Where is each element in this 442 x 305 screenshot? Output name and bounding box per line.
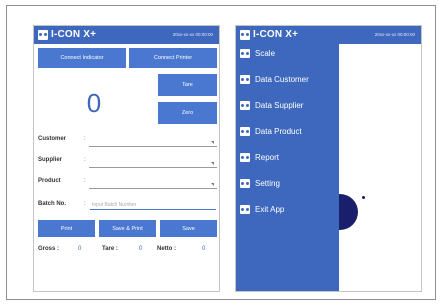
- supplier-colon: :: [84, 157, 86, 163]
- product-label: Product: [38, 178, 61, 184]
- menu-item-label: Scale: [255, 49, 276, 58]
- gross-label: Gross :: [38, 246, 60, 252]
- navigation-drawer: Scale Data Customer Data Supplier Data P…: [236, 44, 339, 291]
- zero-button[interactable]: Zero: [158, 102, 217, 124]
- menu-screen: I-CON X+ 20xx-xx-xx 00:00:00 Scale Data …: [235, 25, 422, 292]
- netto-label: Netto :: [157, 246, 176, 252]
- menu-item-setting[interactable]: Setting: [236, 176, 339, 192]
- connect-printer-button[interactable]: Connect Printer: [129, 48, 217, 68]
- batch-label: Batch No.: [38, 201, 67, 207]
- save-print-button[interactable]: Save & Print: [99, 220, 156, 237]
- supplier-label: Supplier: [38, 157, 63, 163]
- app-title: I-CON X+: [51, 29, 97, 40]
- print-button[interactable]: Print: [38, 220, 95, 237]
- app-logo-icon: [240, 179, 250, 188]
- menu-item-scale[interactable]: Scale: [236, 46, 339, 62]
- customer-label: Customer: [38, 136, 67, 142]
- app-bar: I-CON X+ 20xx-xx-xx 00:00:00: [34, 26, 219, 44]
- menu-item-label: Exit App: [255, 205, 285, 214]
- datetime-label: 20xx-xx-xx 00:00:00: [374, 32, 415, 37]
- menu-item-data-supplier[interactable]: Data Supplier: [236, 98, 339, 114]
- menu-item-exit-app[interactable]: Exit App: [236, 202, 339, 218]
- app-bar: I-CON X+ 20xx-xx-xx 00:00:00: [236, 26, 421, 44]
- app-logo-icon: [240, 153, 250, 162]
- app-logo-icon[interactable]: [240, 30, 250, 40]
- chevron-down-icon[interactable]: [211, 141, 214, 144]
- app-logo-icon: [240, 49, 250, 58]
- menu-item-label: Data Supplier: [255, 101, 304, 110]
- datetime-label: 20xx-xx-xx 00:00:00: [172, 32, 213, 37]
- app-logo-icon: [240, 101, 250, 110]
- gross-value: 0: [78, 246, 82, 252]
- chevron-down-icon[interactable]: [211, 183, 214, 186]
- save-button[interactable]: Save: [160, 220, 217, 237]
- app-logo-icon: [38, 30, 48, 40]
- tare-total-label: Tare :: [102, 246, 118, 252]
- batch-number-input[interactable]: [90, 200, 216, 210]
- product-colon: :: [84, 178, 86, 184]
- screenshot-frame: I-CON X+ 20xx-xx-xx 00:00:00 Connect Ind…: [6, 5, 436, 300]
- app-title: I-CON X+: [253, 29, 299, 40]
- netto-value: 0: [202, 246, 206, 252]
- menu-item-label: Report: [255, 153, 280, 162]
- menu-item-label: Setting: [255, 179, 280, 188]
- background-dot: [362, 196, 365, 199]
- supplier-dropdown[interactable]: [89, 167, 217, 168]
- menu-item-data-product[interactable]: Data Product: [236, 124, 339, 140]
- chevron-down-icon[interactable]: [211, 162, 214, 165]
- customer-colon: :: [84, 136, 86, 142]
- menu-item-label: Data Customer: [255, 75, 309, 84]
- scale-screen: I-CON X+ 20xx-xx-xx 00:00:00 Connect Ind…: [33, 25, 220, 292]
- menu-item-report[interactable]: Report: [236, 150, 339, 166]
- connect-indicator-button[interactable]: Connect Indicator: [38, 48, 126, 68]
- tare-total-value: 0: [139, 246, 143, 252]
- app-logo-icon: [240, 75, 250, 84]
- weight-display: 0: [86, 88, 102, 118]
- app-logo-icon: [240, 127, 250, 136]
- tare-button[interactable]: Tare: [158, 74, 217, 96]
- menu-item-label: Data Product: [255, 127, 302, 136]
- customer-dropdown[interactable]: [89, 146, 217, 147]
- menu-item-data-customer[interactable]: Data Customer: [236, 72, 339, 88]
- app-logo-icon: [240, 205, 250, 214]
- batch-colon: :: [84, 201, 86, 207]
- product-dropdown[interactable]: [89, 188, 217, 189]
